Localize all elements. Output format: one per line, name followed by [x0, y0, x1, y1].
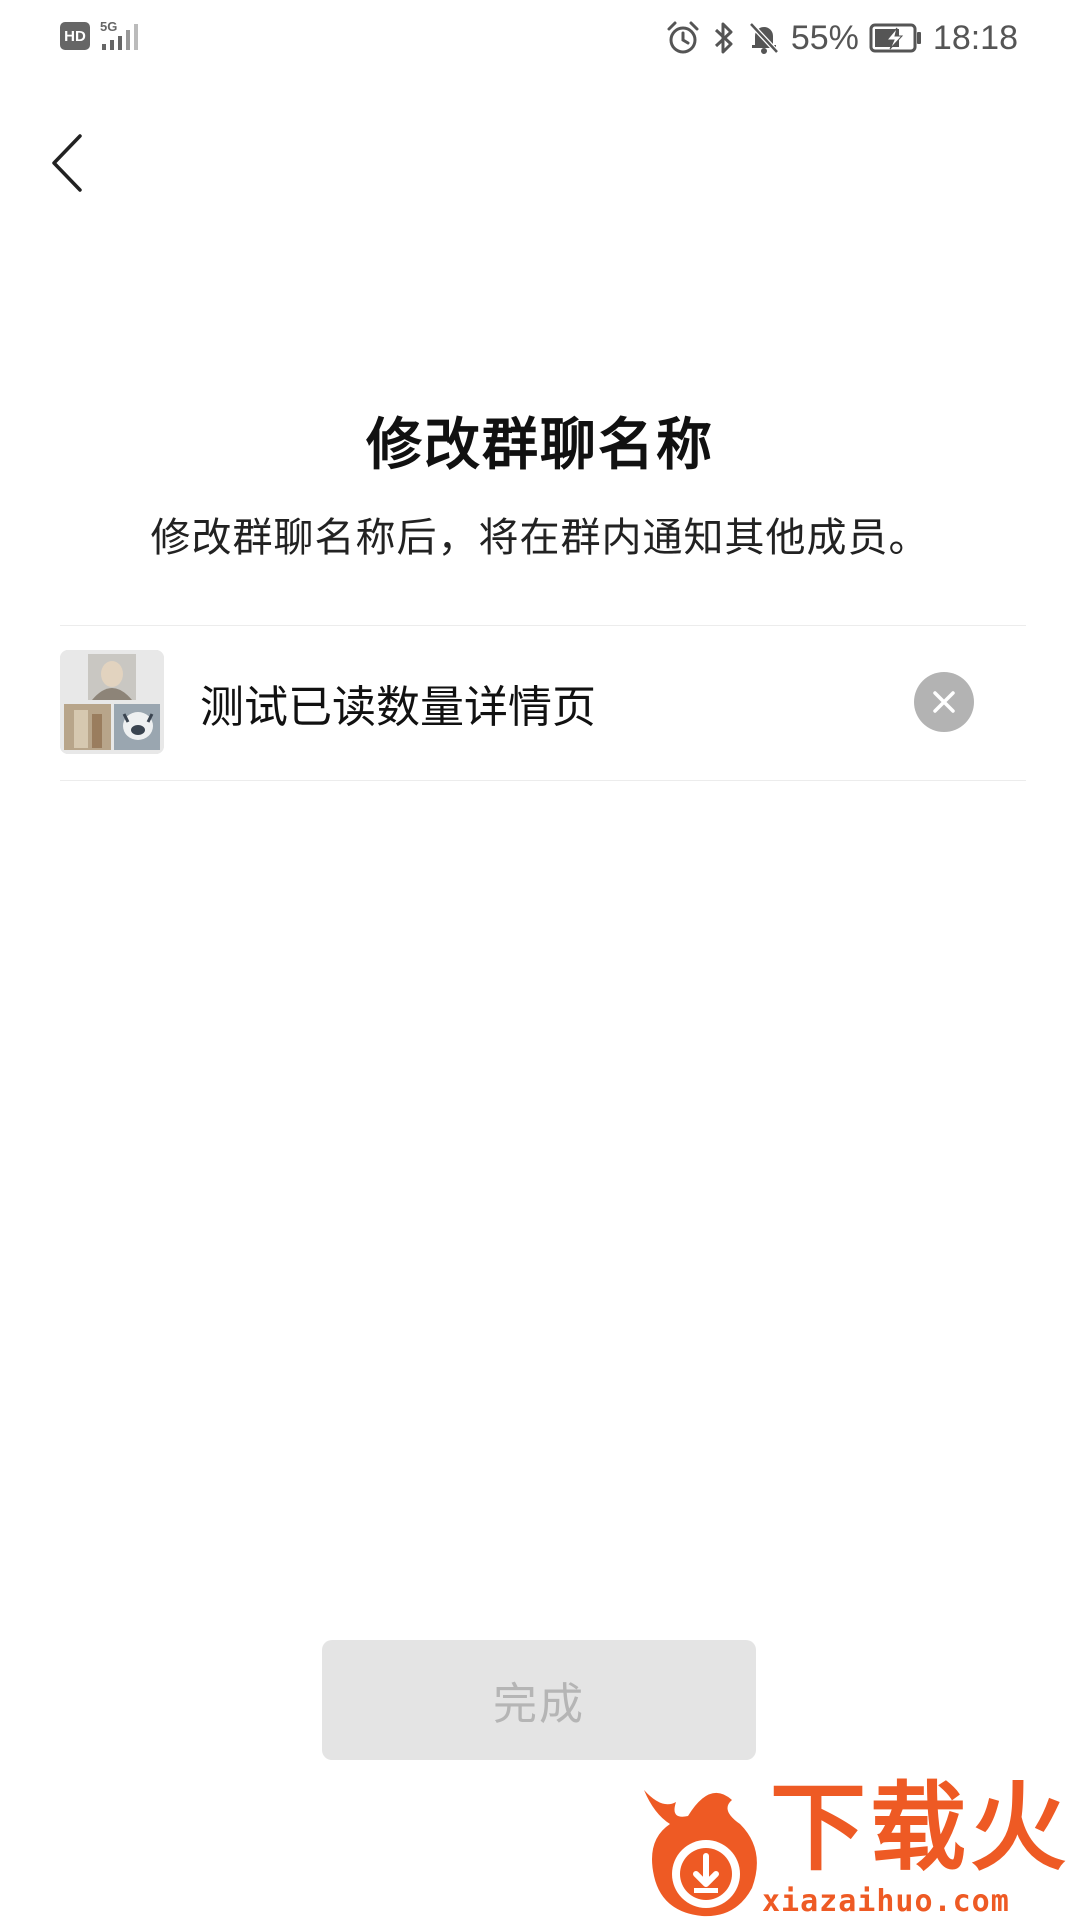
group-avatar [60, 650, 164, 754]
close-icon [933, 691, 955, 713]
clock: 18:18 [932, 18, 1018, 57]
clear-button[interactable] [914, 672, 974, 732]
mute-bell-icon [749, 22, 779, 54]
divider-bottom [60, 780, 1026, 781]
done-button[interactable]: 完成 [322, 1640, 756, 1760]
battery-charging-icon [869, 23, 921, 53]
watermark-url: xiazaihuo.com [762, 1884, 1010, 1919]
alarm-icon [667, 21, 699, 54]
bluetooth-icon [714, 22, 733, 54]
watermark-brand: 下载火 [770, 1772, 1070, 1884]
page-title: 修改群聊名称 [366, 413, 714, 478]
flame-logo-icon [644, 1790, 757, 1917]
page-subtitle: 修改群聊名称后，将在群内通知其他成员。 [150, 515, 930, 561]
group-name-input[interactable] [200, 670, 880, 736]
battery-percent: 55% [790, 18, 859, 57]
back-button[interactable] [40, 128, 96, 198]
status-bar: HD 5G 55% 18:18 [0, 0, 1080, 76]
status-right: 55% 18:18 [665, 14, 1018, 62]
group-avatar-image [60, 650, 164, 754]
chevron-left-icon [52, 134, 82, 192]
watermark: 下载火 xiazaihuo.com [640, 1780, 1080, 1920]
network-type: 5G [100, 19, 117, 34]
divider-top [60, 625, 1026, 626]
cellular-signal-icon: 5G [100, 19, 138, 50]
screen: HD 5G 55% 18:18 修改群聊名称 修改群聊名称后，将在群内通知其他成… [0, 0, 1080, 1920]
hd-badge: HD [60, 22, 90, 50]
